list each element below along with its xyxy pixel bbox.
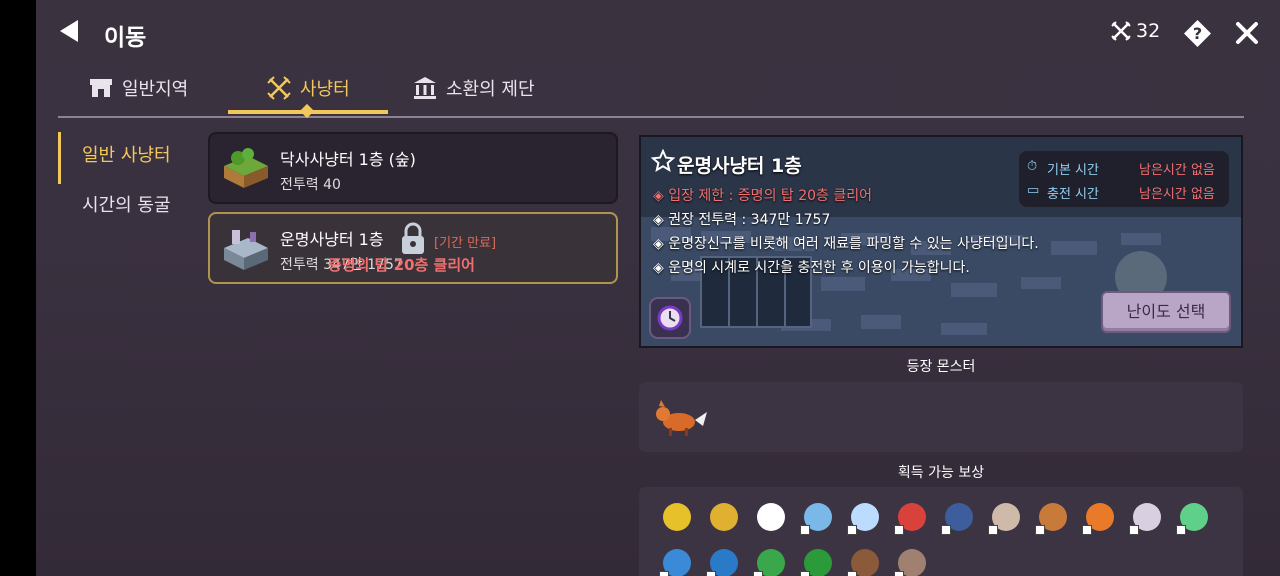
bound-marker-icon bbox=[1082, 525, 1092, 535]
reward-item-graphic bbox=[757, 503, 785, 531]
sidebar-item-time-cave[interactable]: 시간의 동굴 bbox=[58, 180, 208, 230]
charge-time-value: 남은시간 없음 bbox=[1139, 187, 1215, 202]
bound-marker-icon bbox=[1129, 525, 1139, 535]
temple-icon bbox=[414, 77, 436, 99]
brown-bag-icon[interactable] bbox=[847, 545, 883, 576]
bone-icon[interactable] bbox=[988, 499, 1024, 535]
crossed-swords-icon bbox=[267, 76, 291, 100]
hunting-ground-name: 운명사냥터 1층 bbox=[280, 230, 384, 249]
bound-marker-icon bbox=[894, 571, 904, 576]
charge-time-label: 충전 시간 bbox=[1047, 187, 1099, 202]
bound-marker-icon bbox=[659, 571, 669, 576]
combat-power-value: 32 bbox=[1136, 20, 1161, 42]
tab-summoning-altar[interactable]: 소환의 제단 bbox=[412, 66, 535, 110]
reward-item-graphic bbox=[663, 503, 691, 531]
tab-label: 사냥터 bbox=[300, 79, 350, 100]
hunting-ground-power: 전투력 40 bbox=[280, 177, 341, 193]
box-icon[interactable] bbox=[1035, 499, 1071, 535]
green-gem-icon[interactable] bbox=[1176, 499, 1212, 535]
blue-hook-icon[interactable] bbox=[706, 545, 742, 576]
combat-power: 32 bbox=[1110, 20, 1160, 42]
monster-list bbox=[639, 382, 1243, 452]
shop-icon bbox=[90, 79, 112, 97]
hunting-ground-card-locked[interactable]: 운명사냥터 1층 [기간 만료] 전투력 347만 1757 증명의 탑 20층… bbox=[208, 212, 618, 284]
bound-marker-icon bbox=[800, 525, 810, 535]
lock-condition: 증명의 탑 20층 클리어 bbox=[328, 256, 475, 274]
bound-marker-icon bbox=[753, 571, 763, 576]
region-tabs: 일반지역 사냥터 소환의 제단 bbox=[58, 66, 1244, 119]
blue-swirl-icon[interactable] bbox=[659, 545, 695, 576]
clock-portal-icon[interactable] bbox=[649, 297, 691, 339]
fire-orb-icon[interactable] bbox=[1082, 499, 1118, 535]
dark-ring-icon[interactable] bbox=[941, 499, 977, 535]
reward-list bbox=[639, 487, 1243, 576]
bound-marker-icon bbox=[894, 525, 904, 535]
forest-tile-icon bbox=[224, 148, 268, 188]
tab-label: 일반지역 bbox=[122, 79, 189, 100]
crown-icon[interactable] bbox=[706, 499, 742, 535]
description-line: ◈ 운명장신구를 비롯해 여러 재료를 파밍할 수 있는 사냥터입니다. bbox=[653, 236, 1039, 252]
game-screen: 이동 32 ? 일반지역 사냥터 소환의 제단 일반 사냥터 시간의 동굴 닥사… bbox=[36, 0, 1280, 576]
rewards-title: 획득 가능 보상 bbox=[897, 465, 985, 481]
crosshair-ring-icon[interactable] bbox=[753, 499, 789, 535]
stopwatch-icon: ⏱ bbox=[1027, 159, 1038, 174]
gold-coin-icon[interactable] bbox=[659, 499, 695, 535]
castle-tile-icon bbox=[224, 230, 268, 270]
fox-icon[interactable] bbox=[651, 398, 707, 438]
green-hook-icon[interactable] bbox=[800, 545, 836, 576]
bound-marker-icon bbox=[941, 525, 951, 535]
recommended-power: ◈ 권장 전투력 : 347만 1757 bbox=[653, 212, 831, 228]
hunting-ground-name: 닥사사냥터 1층 (숲) bbox=[280, 150, 416, 169]
help-icon[interactable]: ? bbox=[1184, 20, 1211, 47]
fox-orb-icon[interactable] bbox=[800, 499, 836, 535]
svg-text:?: ? bbox=[1193, 24, 1202, 43]
sidebar-item-general-hunting[interactable]: 일반 사냥터 bbox=[58, 130, 208, 184]
sidebar-item-label: 일반 사냥터 bbox=[82, 145, 171, 166]
page-title: 이동 bbox=[104, 25, 147, 51]
hunting-ground-detail: 운명사냥터 1층 ◈ 입장 제한 : 증명의 탑 20층 클리어 ◈ 권장 전투… bbox=[639, 135, 1243, 348]
red-gem-icon[interactable] bbox=[894, 499, 930, 535]
back-arrow-icon[interactable] bbox=[60, 20, 78, 42]
time-info: ⏱ 기본 시간 남은시간 없음 ▭ 충전 시간 남은시간 없음 bbox=[1019, 151, 1229, 207]
monsters-title: 등장 몬스터 bbox=[906, 359, 976, 375]
close-icon[interactable] bbox=[1234, 20, 1260, 46]
base-time-label: 기본 시간 bbox=[1047, 163, 1099, 178]
sidebar-item-label: 시간의 동굴 bbox=[82, 195, 171, 216]
crossed-swords-icon bbox=[1111, 21, 1131, 41]
select-difficulty-button[interactable]: 난이도 선택 bbox=[1101, 291, 1231, 333]
battery-icon: ▭ bbox=[1027, 183, 1040, 198]
hunting-ground-card[interactable]: 닥사사냥터 1층 (숲) 전투력 40 bbox=[208, 132, 618, 204]
sidebar: 일반 사냥터 시간의 동굴 bbox=[58, 130, 208, 230]
expired-tag: [기간 만료] bbox=[434, 236, 497, 251]
detail-title: 운명사냥터 1층 bbox=[677, 155, 802, 177]
green-swirl-icon[interactable] bbox=[753, 545, 789, 576]
tab-label: 소환의 제단 bbox=[446, 79, 535, 100]
tab-hunting-ground[interactable]: 사냥터 bbox=[266, 66, 350, 110]
favorite-star-icon[interactable] bbox=[651, 149, 675, 173]
base-time-value: 남은시간 없음 bbox=[1139, 163, 1215, 178]
bound-marker-icon bbox=[706, 571, 716, 576]
active-indicator bbox=[58, 132, 61, 184]
bound-marker-icon bbox=[1035, 525, 1045, 535]
blue-pearl-icon[interactable] bbox=[847, 499, 883, 535]
bound-marker-icon bbox=[800, 571, 810, 576]
clock-mirror-icon[interactable] bbox=[1129, 499, 1165, 535]
bound-marker-icon bbox=[988, 525, 998, 535]
lock-icon bbox=[402, 222, 424, 254]
bound-marker-icon bbox=[847, 571, 857, 576]
entry-restriction: ◈ 입장 제한 : 증명의 탑 20층 클리어 bbox=[653, 188, 873, 204]
bound-marker-icon bbox=[847, 525, 857, 535]
chain-ring-icon[interactable] bbox=[894, 545, 930, 576]
top-bar: 이동 32 ? bbox=[36, 0, 1280, 66]
reward-item-graphic bbox=[710, 503, 738, 531]
description-line: ◈ 운명의 시계로 시간을 충전한 후 이용이 가능합니다. bbox=[653, 260, 970, 276]
tab-general-region[interactable]: 일반지역 bbox=[88, 66, 188, 110]
bound-marker-icon bbox=[1176, 525, 1186, 535]
